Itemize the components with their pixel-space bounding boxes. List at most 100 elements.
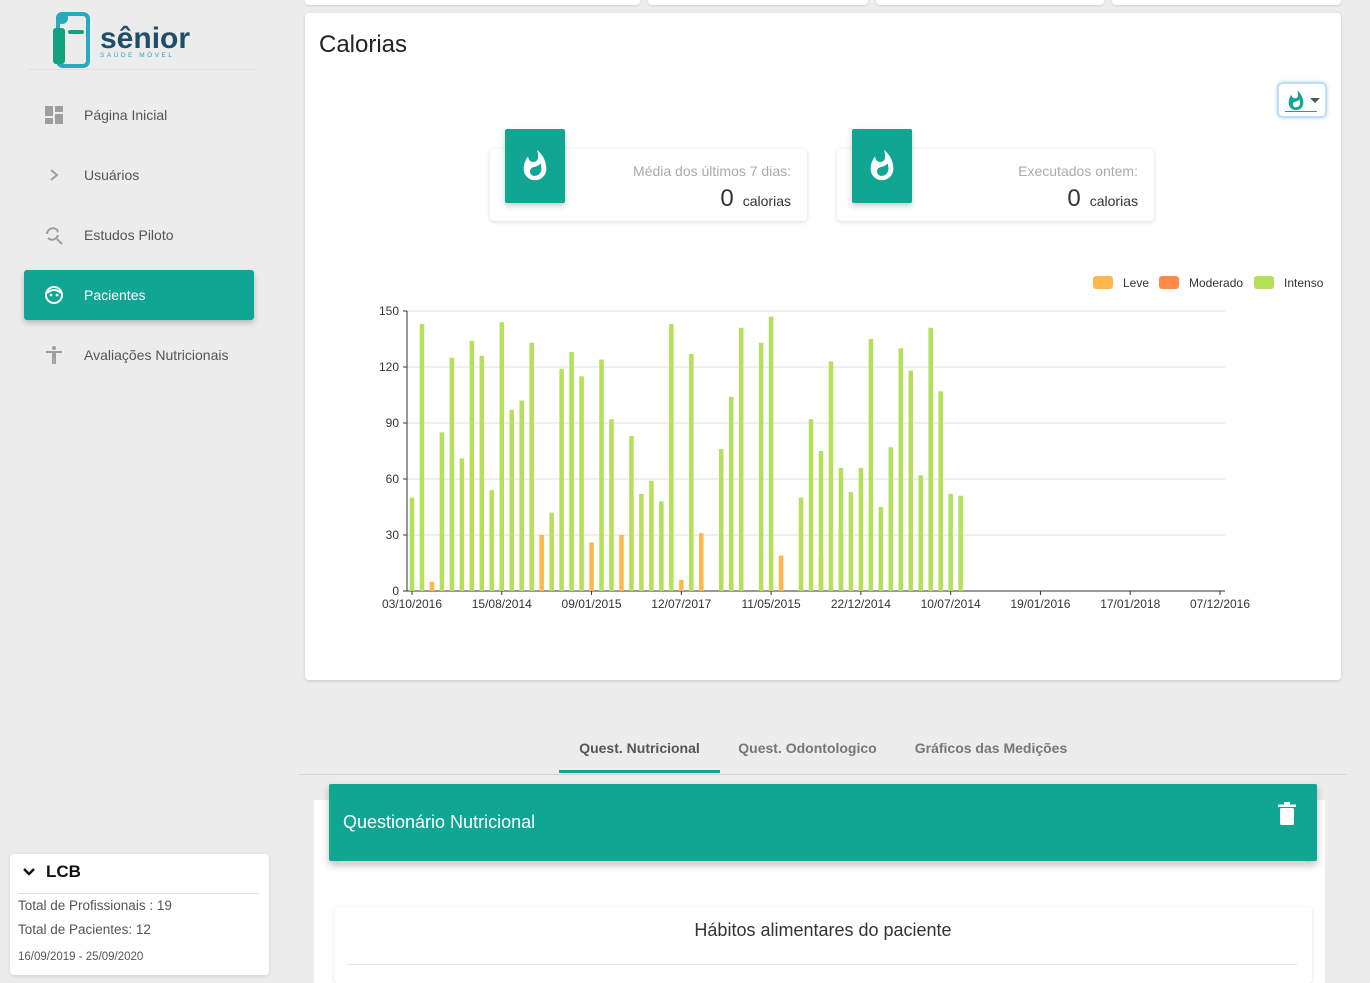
brand-name: sênior — [100, 22, 190, 55]
card-stub — [1112, 0, 1341, 5]
tab-bar: Quest. Nutricional Quest. Odontologico G… — [299, 727, 1347, 775]
bar-leve — [699, 533, 704, 591]
bar-intenso — [529, 342, 534, 591]
bar-intenso — [808, 419, 814, 591]
bar-leve — [539, 535, 544, 591]
bar-intenso — [659, 501, 664, 591]
y-tick-label: 0 — [392, 584, 399, 598]
legend-swatch — [1159, 276, 1179, 289]
bar-intenso — [549, 512, 554, 591]
bar-intenso — [918, 475, 923, 591]
card-stub — [876, 0, 1104, 5]
tab-dental-questionnaire[interactable]: Quest. Odontologico — [730, 727, 885, 773]
card-stub — [648, 0, 868, 5]
bar-intenso — [489, 490, 495, 591]
bar-intenso — [838, 467, 844, 591]
bar-intenso — [738, 327, 744, 591]
bar-intenso — [559, 368, 564, 591]
x-tick-label: 09/01/2015 — [562, 597, 622, 611]
organization-card: LCB Total de Profissionais : 19 Total de… — [10, 854, 269, 975]
trash-icon[interactable] — [1277, 802, 1297, 831]
sidebar-item-nutritional-evaluations[interactable]: Avaliações Nutricionais — [24, 330, 254, 380]
sidebar-item-home[interactable]: Página Inicial — [24, 90, 254, 140]
sidebar-item-label: Usuários — [84, 167, 140, 183]
bar-intenso — [459, 458, 465, 591]
bar-intenso — [469, 340, 475, 591]
sidebar-item-label: Pacientes — [84, 287, 146, 303]
bar-intenso — [828, 361, 834, 591]
organization-name: LCB — [46, 862, 81, 881]
bar-intenso — [848, 492, 854, 591]
x-tick-label: 19/01/2016 — [1010, 597, 1070, 611]
bar-intenso — [499, 322, 505, 591]
bar-intenso — [669, 324, 674, 591]
questionnaire-title: Questionário Nutricional — [343, 812, 536, 832]
calories-bar-chart: 0 30 60 90 120 150 03/10/2016 15/08/2014 09/01/2… — [379, 276, 1324, 611]
bar-intenso — [649, 480, 654, 591]
bar-intenso — [689, 353, 694, 591]
x-tick-label: 11/05/2015 — [742, 597, 801, 611]
face-icon — [44, 285, 64, 305]
bar-intenso — [479, 355, 485, 591]
chevron-down-icon — [22, 867, 36, 877]
bar-intenso — [898, 348, 904, 591]
legend-label: Leve — [1123, 276, 1149, 290]
tab-indicator — [559, 770, 720, 773]
x-tick-label: 07/12/2016 — [1190, 597, 1250, 611]
bar-intenso — [449, 357, 455, 591]
bar-intenso — [938, 391, 943, 591]
bar-intenso — [439, 432, 445, 591]
y-tick-label: 30 — [386, 528, 400, 542]
x-tick-label: 10/07/2014 — [921, 597, 981, 611]
sidebar-item-label: Estudos Piloto — [84, 227, 174, 243]
dashboard-icon — [44, 105, 64, 125]
sidebar: sênior SAÚDE MÓVEL Página Inicial Usuári… — [0, 0, 280, 983]
x-tick-label: 03/10/2016 — [382, 597, 442, 611]
bar-intenso — [868, 339, 874, 591]
sidebar-item-pilot-studies[interactable]: Estudos Piloto — [24, 210, 254, 260]
bar-intenso — [509, 409, 514, 591]
bar-intenso — [419, 324, 425, 591]
bar-leve — [429, 581, 435, 591]
x-tick-label: 17/01/2018 — [1100, 597, 1160, 611]
bar-intenso — [569, 352, 574, 591]
tab-nutritional-questionnaire[interactable]: Quest. Nutricional — [559, 727, 720, 773]
chevron-right-icon — [44, 165, 64, 185]
bar-intenso — [858, 467, 864, 591]
y-tick-label: 120 — [379, 360, 399, 374]
bar-intenso — [599, 359, 604, 591]
bar-intenso — [579, 376, 584, 591]
bar-intenso — [409, 497, 415, 591]
bar-leve — [589, 542, 594, 591]
x-tick-label: 22/12/2014 — [831, 597, 891, 611]
bar-intenso — [958, 495, 963, 591]
sidebar-item-patients[interactable]: Pacientes — [24, 270, 254, 320]
bar-intenso — [639, 493, 644, 591]
y-tick-label: 150 — [379, 304, 399, 318]
bar-intenso — [948, 493, 953, 591]
bar-leve — [679, 579, 684, 591]
tab-measurement-charts[interactable]: Gráficos das Medições — [903, 727, 1079, 773]
bar-intenso — [888, 447, 894, 591]
calories-card: Calorias Média dos últimos 7 dias: 0 cal… — [305, 13, 1341, 680]
y-tick-label: 60 — [386, 472, 400, 486]
professionals-count: Total de Profissionais : 19 — [18, 898, 172, 913]
section-divider — [347, 964, 1297, 965]
brand-logo[interactable]: sênior SAÚDE MÓVEL — [48, 8, 208, 70]
x-tick-label: 12/07/2017 — [651, 597, 711, 611]
accessibility-icon — [44, 345, 64, 365]
y-tick-label: 90 — [386, 416, 400, 430]
organization-header[interactable]: LCB — [22, 862, 81, 882]
sidebar-item-users[interactable]: Usuários — [24, 150, 254, 200]
questionnaire-header: Questionário Nutricional — [329, 784, 1317, 861]
bar-intenso — [928, 327, 933, 591]
bar-intenso — [758, 342, 764, 591]
brand-tagline: SAÚDE MÓVEL — [100, 50, 174, 59]
bar-intenso — [878, 507, 884, 591]
bar-intenso — [609, 419, 614, 591]
bar-intenso — [629, 436, 634, 591]
sidebar-item-label: Página Inicial — [84, 107, 168, 123]
legend-swatch — [1254, 276, 1274, 289]
bar-intenso — [768, 316, 774, 591]
patients-count: Total de Pacientes: 12 — [18, 922, 151, 937]
